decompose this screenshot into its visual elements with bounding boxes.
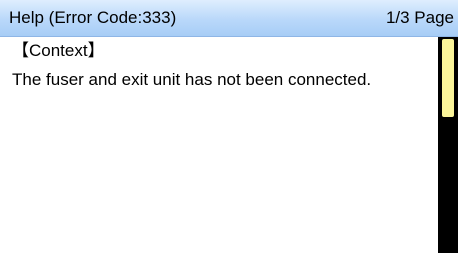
page-indicator: 1/3 Page bbox=[385, 8, 454, 27]
error-message: The fuser and exit unit has not been con… bbox=[12, 70, 372, 89]
title-bar: Help (Error Code:333) 1/3 Page bbox=[0, 0, 458, 37]
help-screen: Help (Error Code:333) 1/3 Page 【Context】… bbox=[0, 0, 458, 253]
help-content: 【Context】 The fuser and exit unit has no… bbox=[0, 37, 430, 253]
scrollbar-thumb[interactable] bbox=[442, 39, 454, 117]
section-heading: 【Context】 bbox=[12, 41, 105, 60]
help-title: Help (Error Code:333) bbox=[9, 8, 177, 27]
scrollbar[interactable] bbox=[438, 37, 458, 253]
